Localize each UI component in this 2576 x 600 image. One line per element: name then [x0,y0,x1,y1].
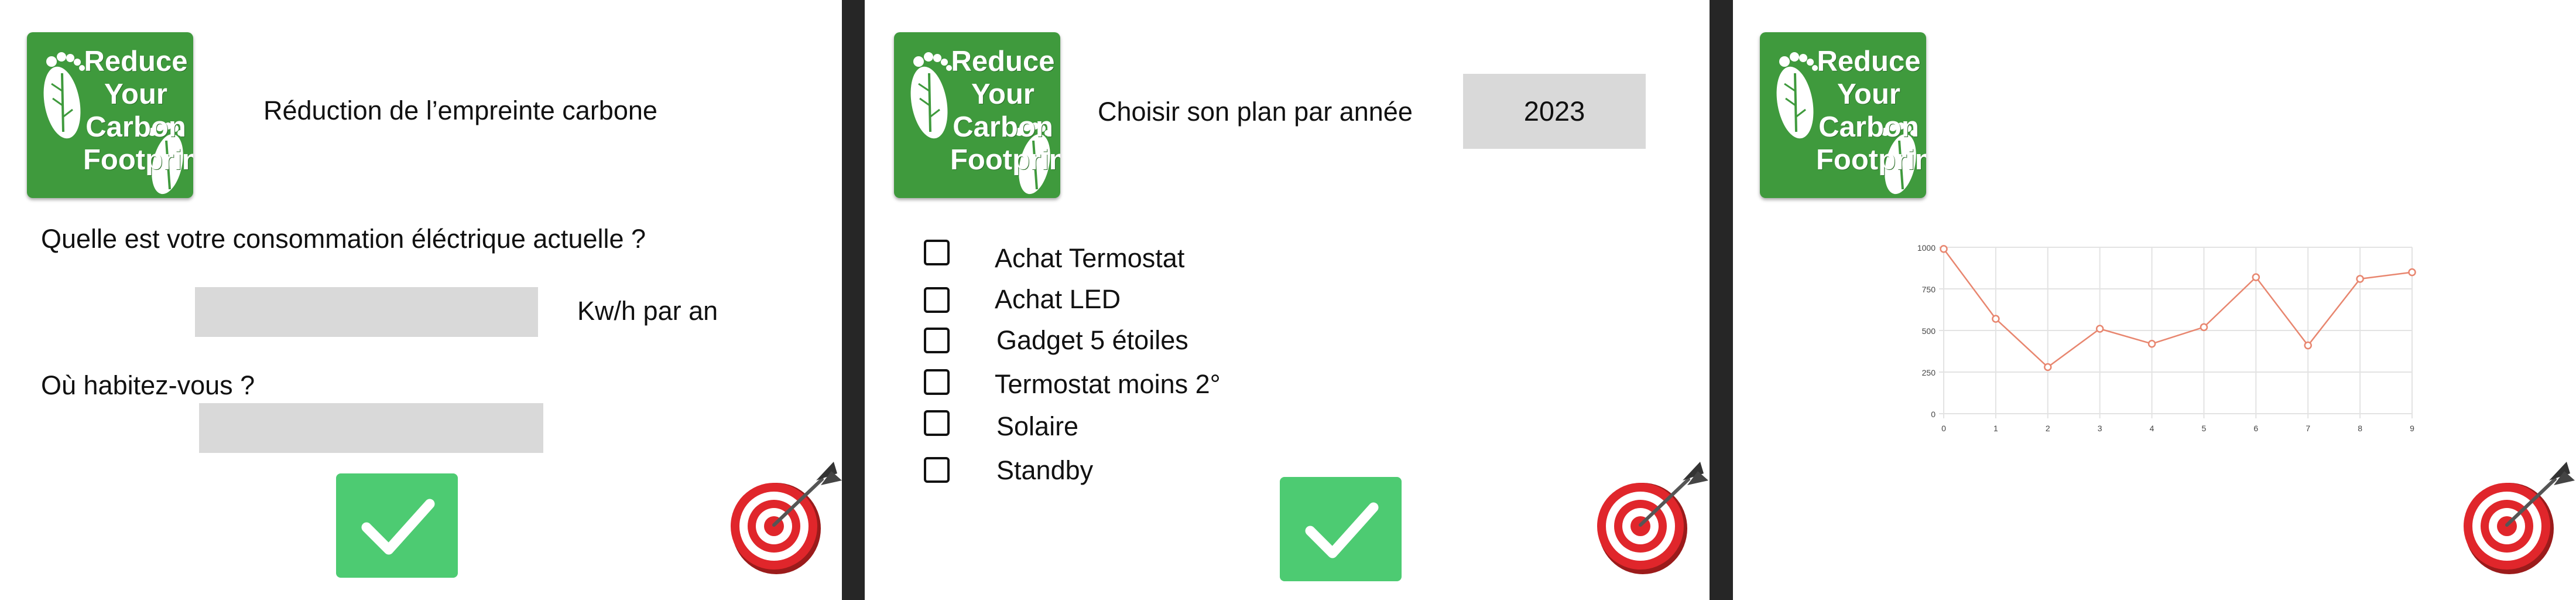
screen-plan-selection: Reduce Your Carbon Footprint Choisir son… [865,0,1710,600]
logo-text: Reduce Your Carbon Footprint [950,46,1060,176]
x-tick-label: 7 [2306,424,2310,433]
data-point [2304,341,2312,350]
y-tick-label: 1000 [1917,243,1936,253]
confirm-button[interactable] [336,473,458,578]
x-tick-label: 3 [2098,424,2102,433]
consumption-question: Quelle est votre consommation éléctrique… [41,224,646,254]
checkbox-solaire[interactable] [924,410,950,436]
data-point [2147,339,2156,348]
page-title: Réduction de l’empreinte carbone [263,96,657,125]
dartboard-target-icon [2455,457,2576,580]
y-tick-label: 750 [1922,285,1936,294]
data-point [1940,245,1948,253]
data-point [2252,273,2260,281]
option-label: Standby [996,455,1094,485]
checkbox-termostat-moins-2[interactable] [924,369,950,395]
data-point [2408,268,2416,277]
data-point [2095,325,2104,333]
checkbox-gadget-5-etoiles[interactable] [924,328,950,353]
consumption-line-chart: 0 250 500 750 1000 0 1 2 3 4 5 6 7 8 9 [1917,243,2416,433]
x-tick-label: 6 [2253,424,2258,433]
reduce-carbon-logo: Reduce Your Carbon Footprint [27,32,193,198]
option-label: Achat Termostat [995,243,1185,273]
data-point [2200,323,2208,332]
y-tick-label: 0 [1931,410,1936,419]
dartboard-target-icon [722,457,842,580]
option-label: Achat LED [995,284,1121,314]
confirm-button[interactable] [1280,477,1402,581]
x-tick-label: 2 [2046,424,2050,433]
consumption-unit: Kw/h par an [577,296,718,326]
location-question: Où habitez-vous ? [41,370,255,400]
consumption-input[interactable] [195,287,538,337]
dartboard-target-icon [1589,457,1710,580]
x-tick-label: 0 [1941,424,1946,433]
reduce-carbon-logo: Reduce Your Carbon Footprint [1760,32,1926,198]
x-tick-label: 1 [1993,424,1998,433]
logo-text: Reduce Your Carbon Footprint [83,46,193,176]
location-input[interactable] [199,403,543,453]
checkbox-standby[interactable] [924,457,950,483]
option-label: Solaire [996,411,1079,441]
logo-text: Reduce Your Carbon Footprint [1816,46,1926,176]
x-tick-label: 4 [2150,424,2154,433]
x-tick-label: 5 [2202,424,2207,433]
data-point [1992,315,2000,323]
y-tick-label: 250 [1922,368,1936,377]
reduce-carbon-logo: Reduce Your Carbon Footprint [894,32,1060,198]
y-tick-label: 500 [1922,326,1936,336]
checkbox-achat-termostat[interactable] [924,240,950,265]
data-point [2356,275,2364,283]
option-label: Termostat moins 2° [995,369,1221,399]
year-select[interactable]: 2023 [1463,74,1646,149]
checkmark-icon [361,499,435,555]
series-line [1943,248,2413,369]
checkbox-achat-led[interactable] [924,287,950,313]
option-label: Gadget 5 étoiles [996,325,1188,355]
screen-chart: Reduce Your Carbon Footprint 02505007501… [1733,0,2576,600]
checkmark-icon [1305,502,1379,558]
plan-title: Choisir son plan par année [1098,97,1413,127]
data-point [2044,363,2052,371]
x-tick-label: 9 [2410,424,2414,433]
screen-carbon-input: Reduce Your Carbon Footprint Réduction d… [0,0,842,600]
x-tick-label: 8 [2358,424,2362,433]
